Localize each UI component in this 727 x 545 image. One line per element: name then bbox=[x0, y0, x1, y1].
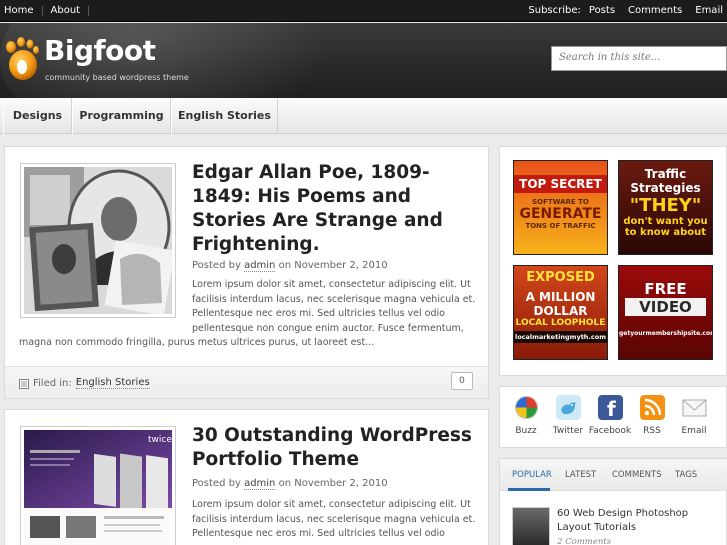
post-author-link[interactable]: admin bbox=[244, 478, 276, 490]
excerpt-line: facilisis interdum lacus, nec scelerisqu… bbox=[192, 513, 476, 525]
excerpt-line: magna non commodo fringilla, purus metus… bbox=[19, 337, 375, 348]
ad-banners: TOP SECRET SOFTWARE TO GENERATE TONS OF … bbox=[499, 146, 727, 376]
social-links: Buzz Twitter f Facebook RSS Email bbox=[499, 386, 727, 448]
post-title[interactable]: 30 Outstanding WordPress Portfolio Theme bbox=[192, 424, 482, 472]
bigfoot-logo-icon[interactable] bbox=[4, 35, 40, 81]
ad-text: localmarketingmyth.com bbox=[514, 331, 607, 343]
post-meta: Posted by admin on November 2, 2010 bbox=[192, 260, 388, 272]
tab-popular[interactable]: POPULAR bbox=[512, 470, 552, 480]
ad-text: GENERATE bbox=[519, 206, 602, 222]
subscribe-comments-link[interactable]: Comments bbox=[628, 5, 682, 16]
popular-post-comments[interactable]: 2 Comments bbox=[557, 537, 611, 545]
tab-tags[interactable]: TAGS bbox=[675, 470, 697, 480]
facebook-icon: f bbox=[597, 395, 623, 420]
ad-text: SOFTWARE TO bbox=[532, 198, 589, 206]
nav-item-designs[interactable]: Designs bbox=[3, 98, 72, 134]
nav-item-programming[interactable]: Programming bbox=[72, 98, 171, 134]
social-facebook[interactable]: f Facebook bbox=[588, 395, 632, 436]
site-tagline: community based wordpress theme bbox=[45, 73, 189, 82]
excerpt-line: facilisis interdum lacus, nec scelerisqu… bbox=[192, 293, 476, 305]
tab-latest[interactable]: LATEST bbox=[565, 470, 596, 480]
top-link-about[interactable]: About bbox=[51, 5, 81, 16]
subscribe-posts-link[interactable]: Posts bbox=[589, 5, 615, 16]
sidebar-tabs-widget: POPULAR LATEST COMMENTS TAGS 60 Web Desi… bbox=[499, 458, 727, 545]
svg-text:twice: twice bbox=[148, 435, 172, 445]
post-date: on November 2, 2010 bbox=[278, 478, 388, 489]
subscribe-email-link[interactable]: Email bbox=[695, 5, 723, 16]
email-icon bbox=[682, 399, 706, 417]
subscribe-label: Subscribe: bbox=[528, 5, 581, 16]
ad-top-secret[interactable]: TOP SECRET SOFTWARE TO GENERATE TONS OF … bbox=[513, 160, 608, 255]
ad-text: don't want you bbox=[623, 216, 708, 227]
ad-text: TONS OF TRAFFIC bbox=[525, 222, 596, 230]
post-card: Edgar Allan Poe, 1809-1849: His Poems an… bbox=[4, 146, 489, 399]
post-meta: Posted by admin on November 2, 2010 bbox=[192, 478, 388, 490]
post-excerpt: Lorem ipsum dolor sit amet, consectetur … bbox=[19, 278, 475, 351]
social-label: Buzz bbox=[515, 426, 537, 436]
ad-text: getyourmembershipsite.com bbox=[619, 330, 713, 337]
ad-text: EXPOSED bbox=[526, 270, 595, 285]
posted-by-label: Posted by bbox=[192, 260, 241, 271]
top-divider bbox=[88, 5, 90, 16]
main-nav: Designs Programming English Stories bbox=[0, 98, 727, 134]
social-label: Email bbox=[681, 426, 707, 436]
comment-count-badge[interactable]: 0 bbox=[451, 372, 473, 390]
filed-in: Filed in: English Stories bbox=[19, 377, 150, 389]
social-label: RSS bbox=[643, 426, 661, 436]
ad-text: LOCAL LOOPHOLE bbox=[515, 318, 606, 328]
ad-text: VIDEO bbox=[625, 298, 706, 316]
social-rss[interactable]: RSS bbox=[630, 395, 674, 436]
ad-text: FREE bbox=[644, 280, 687, 298]
ad-exposed[interactable]: EXPOSED A MILLION DOLLAR LOCAL LOOPHOLE … bbox=[513, 265, 608, 360]
post-excerpt: Lorem ipsum dolor sit amet, consectetur … bbox=[19, 498, 475, 542]
excerpt-line: Pellentesque nec eros mi. Sed ultricies … bbox=[192, 308, 445, 319]
social-buzz[interactable]: Buzz bbox=[504, 395, 548, 436]
buzz-icon bbox=[514, 396, 538, 419]
active-tab-indicator bbox=[508, 488, 550, 491]
ad-free-video[interactable]: FREE VIDEO getyourmembershipsite.com bbox=[618, 265, 713, 360]
sidebar-tabs: POPULAR LATEST COMMENTS TAGS bbox=[500, 459, 727, 491]
post-title[interactable]: Edgar Allan Poe, 1809-1849: His Poems an… bbox=[192, 161, 482, 257]
ad-text: Traffic bbox=[644, 167, 687, 181]
ad-traffic-strategies[interactable]: Traffic Strategies "THEY" don't want you… bbox=[618, 160, 713, 255]
excerpt-line: pellentesque non congue enim auctor. Fus… bbox=[192, 322, 464, 334]
svg-text:f: f bbox=[607, 397, 616, 420]
folder-icon bbox=[19, 378, 29, 389]
excerpt-line: Lorem ipsum dolor sit amet, consectetur … bbox=[192, 499, 471, 510]
excerpt-line: Lorem ipsum dolor sit amet, consectetur … bbox=[192, 279, 471, 290]
social-label: Facebook bbox=[588, 426, 632, 436]
excerpt-line: Pellentesque nec eros mi. Sed ultricies … bbox=[192, 528, 445, 539]
post-footer: Filed in: English Stories 0 bbox=[5, 366, 488, 398]
top-divider bbox=[41, 5, 43, 16]
ad-text: "THEY" bbox=[629, 195, 702, 216]
search-input[interactable]: Search in this site... bbox=[551, 46, 727, 71]
twitter-icon bbox=[555, 395, 581, 420]
post-category-link[interactable]: English Stories bbox=[75, 377, 150, 389]
ad-text: to know about bbox=[624, 227, 707, 238]
tab-comments[interactable]: COMMENTS bbox=[612, 470, 662, 480]
popular-post-thumbnail[interactable] bbox=[512, 507, 550, 545]
popular-post-title[interactable]: 60 Web Design Photoshop Layout Tutorials bbox=[557, 507, 722, 535]
social-label: Twitter bbox=[552, 426, 584, 436]
ad-text: TOP SECRET bbox=[514, 175, 607, 193]
top-bar: Home About Subscribe: Posts Comments Ema… bbox=[0, 0, 727, 22]
ad-text: A MILLION bbox=[525, 290, 596, 304]
post-date: on November 2, 2010 bbox=[278, 260, 388, 271]
top-link-home[interactable]: Home bbox=[4, 5, 34, 16]
ad-text: Strategies bbox=[630, 181, 701, 195]
nav-item-english-stories[interactable]: English Stories bbox=[171, 98, 278, 134]
filed-in-label: Filed in: bbox=[33, 377, 72, 389]
social-email[interactable]: Email bbox=[672, 395, 716, 436]
rss-icon bbox=[639, 395, 665, 420]
post-author-link[interactable]: admin bbox=[244, 260, 276, 272]
top-nav: Home About bbox=[4, 5, 97, 16]
social-twitter[interactable]: Twitter bbox=[546, 395, 590, 436]
site-header: Bigfoot community based wordpress theme … bbox=[0, 23, 727, 98]
posted-by-label: Posted by bbox=[192, 478, 241, 489]
post-card: twice 30 Outstanding WordPress Portfolio… bbox=[4, 409, 489, 545]
subscribe-links: Subscribe: Posts Comments Email bbox=[528, 5, 723, 16]
site-title[interactable]: Bigfoot bbox=[44, 34, 156, 67]
ad-text: DOLLAR bbox=[533, 304, 588, 318]
